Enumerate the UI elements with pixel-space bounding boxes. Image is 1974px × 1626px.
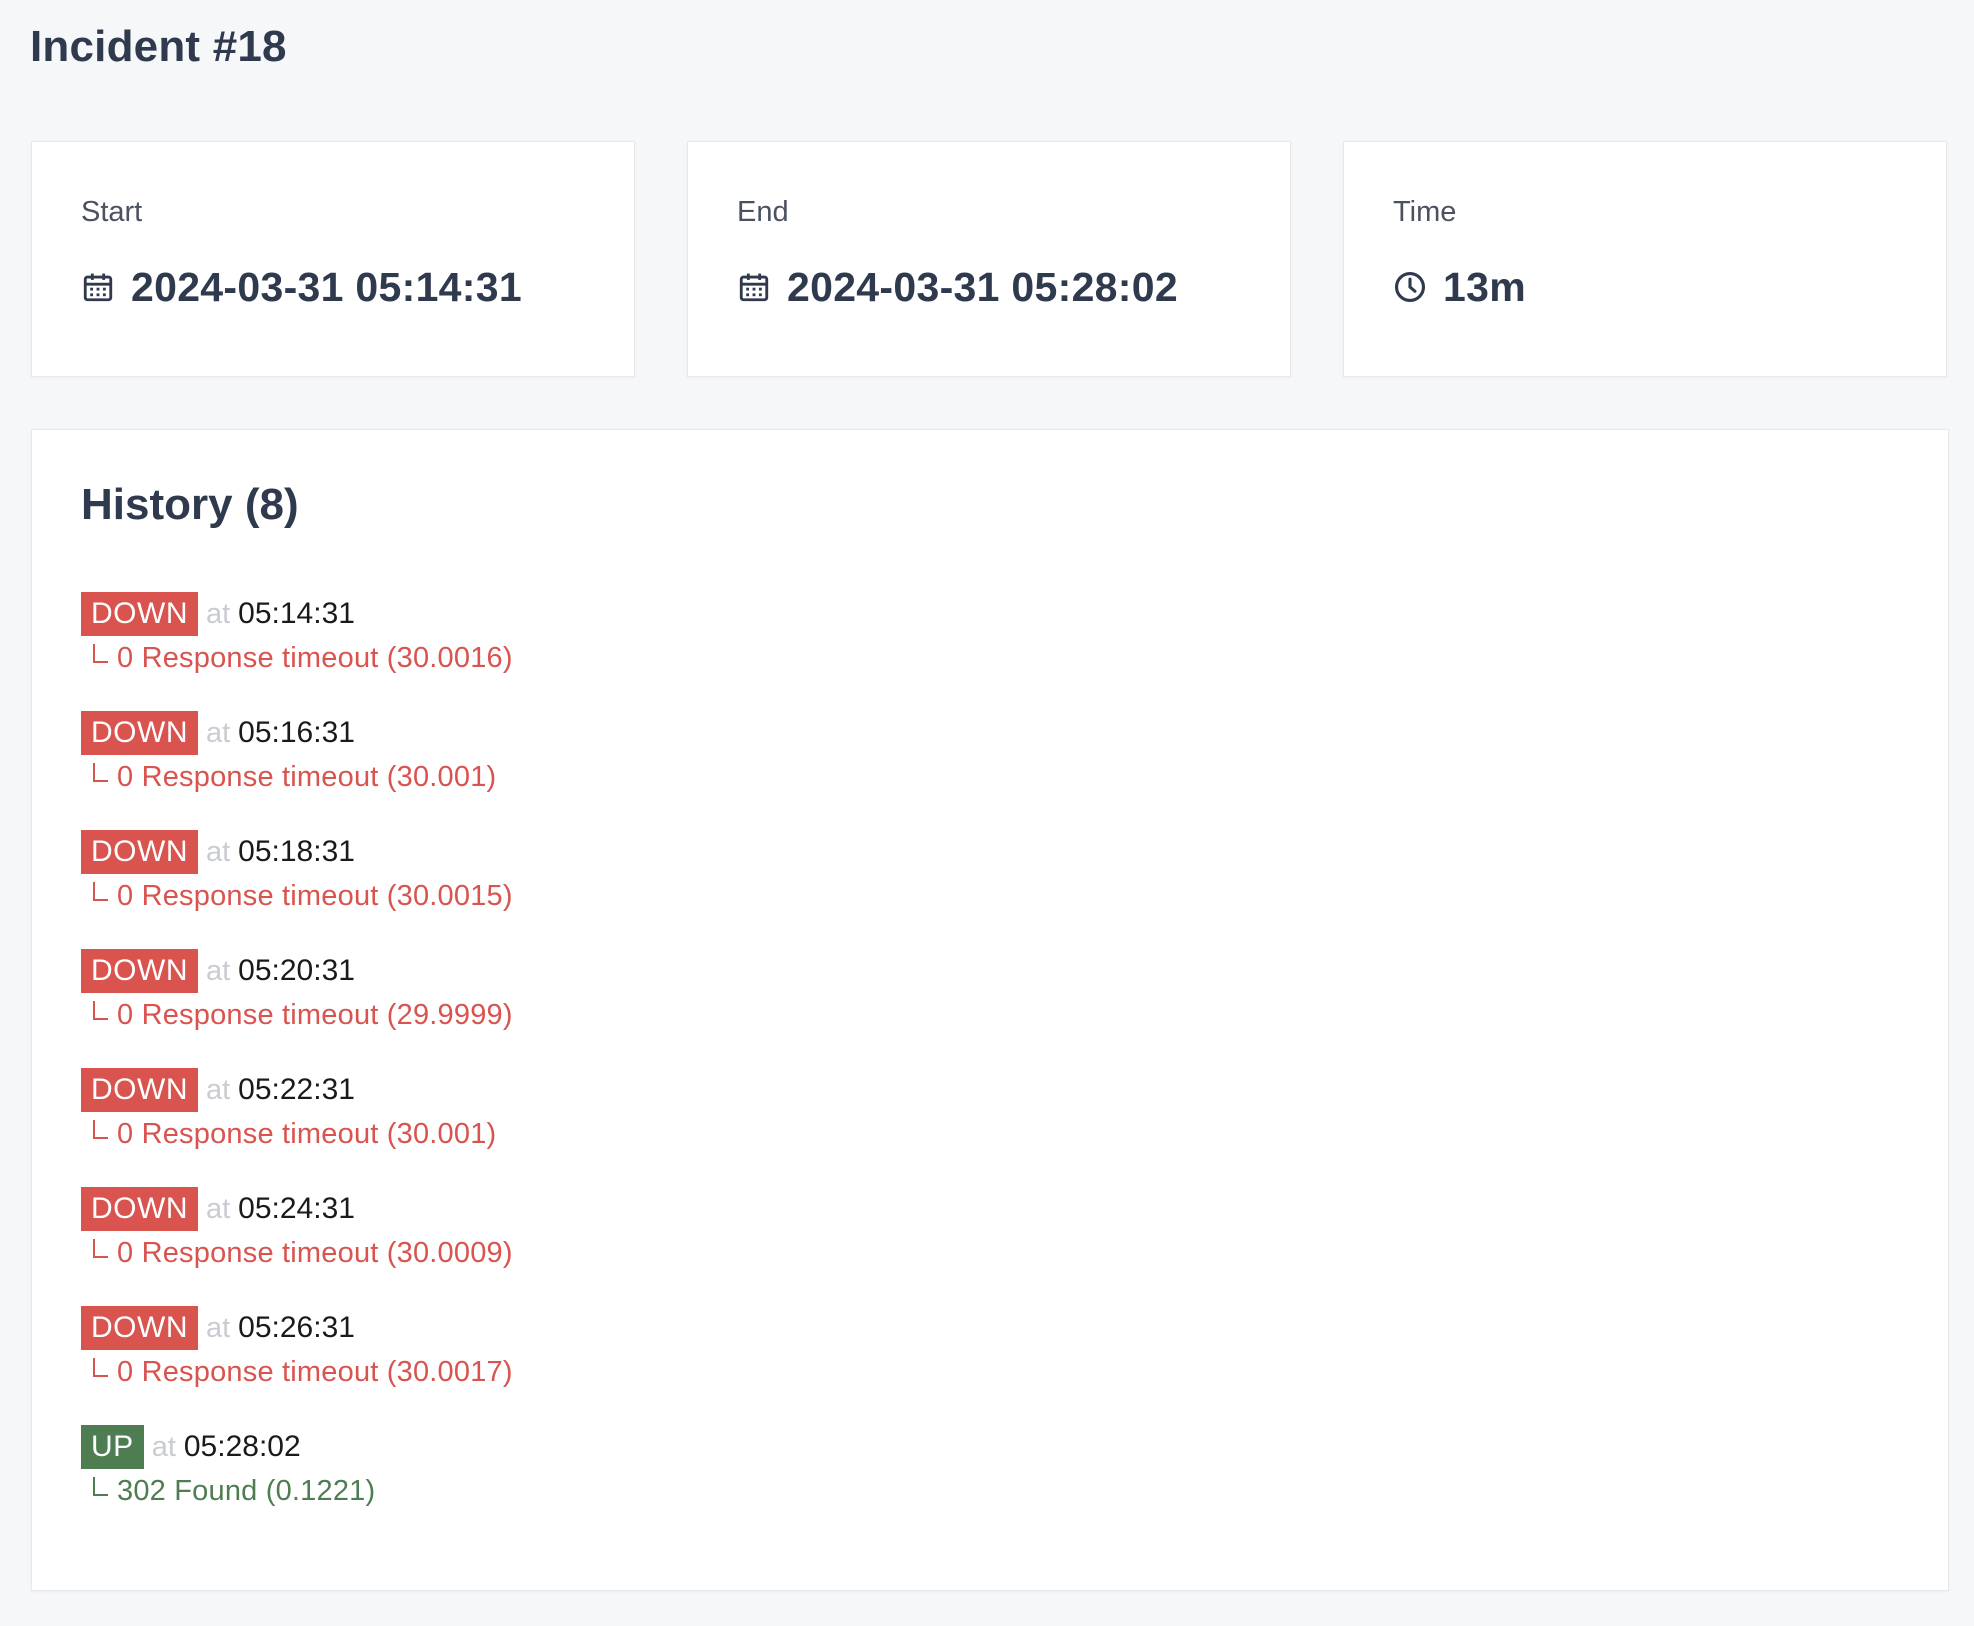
event-detail: 0 Response timeout (30.0009) — [117, 1236, 513, 1269]
at-label: at — [205, 835, 231, 868]
end-value: 2024-03-31 05:28:02 — [787, 263, 1178, 310]
at-label: at — [151, 1430, 176, 1463]
history-entry-detail: 0 Response timeout (30.0016) — [81, 636, 513, 680]
history-entry-header: DOWN at 05:22:31 — [81, 1068, 513, 1112]
history-entry-detail: 0 Response timeout (30.0017) — [81, 1350, 513, 1394]
time-value: 13m — [1443, 263, 1526, 310]
event-time: 05:20:31 — [238, 954, 355, 987]
at-label: at — [205, 1311, 231, 1344]
history-entry-detail: 0 Response timeout (30.0009) — [81, 1231, 513, 1275]
at-label: at — [205, 597, 231, 630]
event-time: 05:28:02 — [183, 1430, 301, 1463]
event-time: 05:14:31 — [238, 597, 355, 630]
history-entry: UP at 05:28:02 302 Found (0.1221) — [81, 1425, 513, 1544]
calendar-icon — [737, 270, 771, 304]
history-entry-detail: 302 Found (0.1221) — [81, 1469, 513, 1513]
status-badge: DOWN — [81, 1306, 198, 1350]
event-time: 05:18:31 — [238, 835, 355, 868]
history-entry: DOWN at 05:20:31 0 Response timeout (29.999… — [81, 949, 513, 1068]
history-title: History (8) — [81, 480, 299, 529]
history-entry-header: DOWN at 05:18:31 — [81, 830, 513, 874]
event-time: 05:24:31 — [238, 1192, 355, 1225]
at-label: at — [205, 1192, 231, 1225]
history-entry: DOWN at 05:24:31 0 Response timeout (30.000… — [81, 1187, 513, 1306]
page-title: Incident #18 — [30, 22, 287, 71]
history-entry-header: DOWN at 05:24:31 — [81, 1187, 513, 1231]
history-entry-detail: 0 Response timeout (29.9999) — [81, 993, 513, 1037]
end-value-row: 2024-03-31 05:28:02 — [737, 262, 1178, 312]
history-entry: DOWN at 05:18:31 0 Response timeout (30.001… — [81, 830, 513, 949]
start-card: Start 2024-03-31 05:14:31 — [31, 141, 635, 377]
event-detail: 0 Response timeout (30.001) — [117, 1117, 497, 1150]
history-entry-header: UP at 05:28:02 — [81, 1425, 513, 1469]
at-label: at — [205, 1073, 231, 1106]
start-value: 2024-03-31 05:14:31 — [131, 263, 522, 310]
event-detail: 0 Response timeout (29.9999) — [117, 998, 513, 1031]
end-label: End — [737, 196, 789, 228]
history-entry-detail: 0 Response timeout (30.0015) — [81, 874, 513, 918]
start-value-row: 2024-03-31 05:14:31 — [81, 262, 522, 312]
start-label: Start — [81, 196, 143, 228]
event-detail: 0 Response timeout (30.0015) — [117, 879, 513, 912]
branch-corner-icon — [91, 1476, 113, 1506]
event-detail: 302 Found (0.1221) — [117, 1474, 376, 1507]
history-entry-detail: 0 Response timeout (30.001) — [81, 755, 513, 799]
history-entry-header: DOWN at 05:20:31 — [81, 949, 513, 993]
history-entry-header: DOWN at 05:14:31 — [81, 592, 513, 636]
event-time: 05:16:31 — [238, 716, 355, 749]
time-value-row: 13m — [1393, 262, 1526, 312]
history-entry-header: DOWN at 05:16:31 — [81, 711, 513, 755]
history-entry: DOWN at 05:14:31 0 Response timeout (30.001… — [81, 592, 513, 711]
branch-corner-icon — [91, 881, 113, 911]
history-entry: DOWN at 05:16:31 0 Response timeout (30.001… — [81, 711, 513, 830]
history-list: DOWN at 05:14:31 0 Response timeout (30.001… — [81, 592, 513, 1544]
clock-icon — [1393, 270, 1427, 304]
history-card: History (8) DOWN at 05:14:31 0 Response tim… — [31, 429, 1949, 1591]
history-entry-header: DOWN at 05:26:31 — [81, 1306, 513, 1350]
history-entry: DOWN at 05:26:31 0 Response timeout (30.001… — [81, 1306, 513, 1425]
calendar-icon — [81, 270, 115, 304]
branch-corner-icon — [91, 1238, 113, 1268]
event-detail: 0 Response timeout (30.001) — [117, 760, 497, 793]
status-badge: DOWN — [81, 1187, 198, 1231]
status-badge: DOWN — [81, 1068, 198, 1112]
status-badge: DOWN — [81, 592, 198, 636]
branch-corner-icon — [91, 1000, 113, 1030]
status-badge: UP — [81, 1425, 144, 1469]
branch-corner-icon — [91, 1119, 113, 1149]
history-entry-detail: 0 Response timeout (30.001) — [81, 1112, 513, 1156]
status-badge: DOWN — [81, 830, 198, 874]
history-entry: DOWN at 05:22:31 0 Response timeout (30.001… — [81, 1068, 513, 1187]
at-label: at — [205, 716, 231, 749]
time-card: Time 13m — [1343, 141, 1947, 377]
event-detail: 0 Response timeout (30.0017) — [117, 1355, 513, 1388]
branch-corner-icon — [91, 1357, 113, 1387]
status-badge: DOWN — [81, 711, 198, 755]
event-time: 05:26:31 — [238, 1311, 355, 1344]
branch-corner-icon — [91, 762, 113, 792]
status-badge: DOWN — [81, 949, 198, 993]
end-card: End 2024-03-31 05:28:02 — [687, 141, 1291, 377]
at-label: at — [205, 954, 231, 987]
event-detail: 0 Response timeout (30.0016) — [117, 641, 513, 674]
event-time: 05:22:31 — [238, 1073, 355, 1106]
branch-corner-icon — [91, 643, 113, 673]
time-label: Time — [1393, 196, 1457, 228]
